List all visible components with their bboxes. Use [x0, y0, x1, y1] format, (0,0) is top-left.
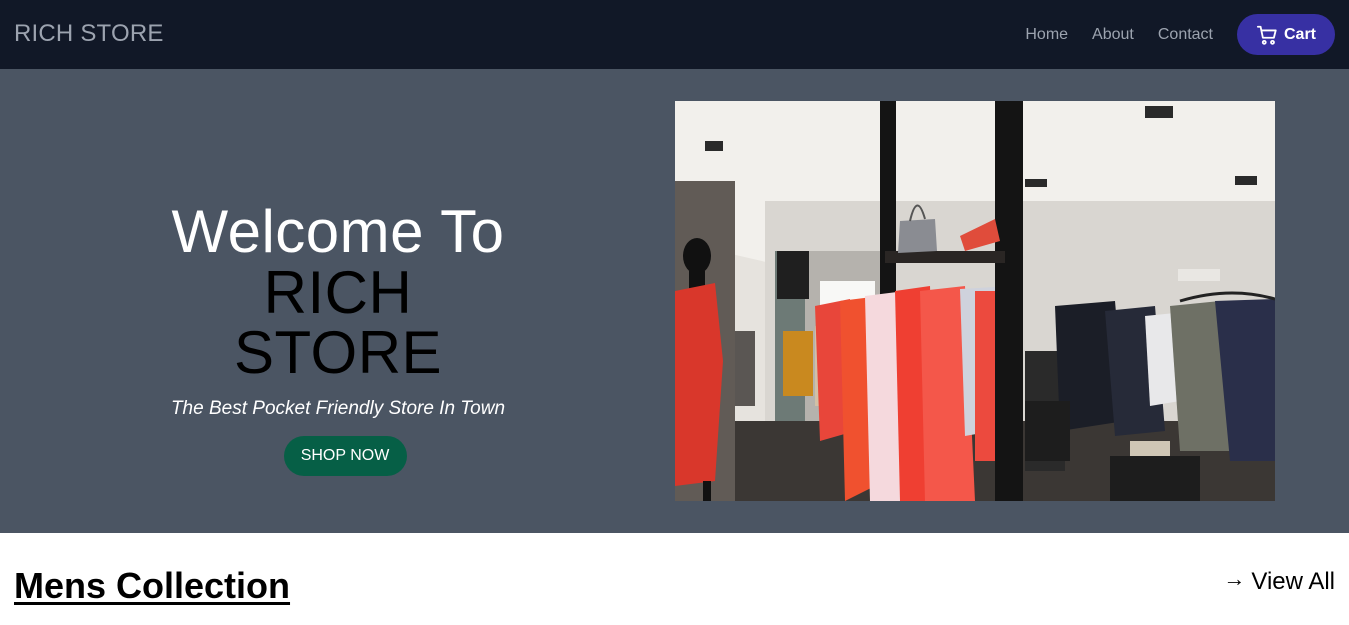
hero-heading-line1: Welcome To — [171, 198, 505, 265]
view-all-label: View All — [1251, 568, 1335, 595]
hero-tagline: The Best Pocket Friendly Store In Town — [170, 398, 506, 419]
top-navbar: RICH STORE Home About Contact Cart — [0, 0, 1349, 69]
nav-links: Home About Contact Cart — [1025, 0, 1349, 69]
nav-link-about[interactable]: About — [1092, 25, 1134, 45]
hero-text-block: Welcome To RICH STORE The Best Pocket Fr… — [158, 201, 518, 476]
shopping-cart-icon — [1256, 25, 1277, 45]
nav-link-home[interactable]: Home — [1025, 25, 1068, 45]
store-interior-illustration — [675, 101, 1275, 501]
hero-heading-line2: RICH STORE — [233, 259, 443, 386]
arrow-right-icon: → — [1223, 566, 1246, 591]
brand-logo-text[interactable]: RICH STORE — [14, 19, 164, 49]
mens-collection-title: Mens Collection — [14, 565, 291, 606]
hero-banner: Welcome To RICH STORE The Best Pocket Fr… — [0, 69, 1349, 533]
store-interior-image — [675, 101, 1275, 501]
shop-now-button[interactable]: SHOP NOW — [283, 436, 407, 476]
cart-button[interactable]: Cart — [1237, 14, 1335, 55]
nav-link-contact[interactable]: Contact — [1158, 25, 1213, 45]
cart-button-label: Cart — [1283, 25, 1316, 43]
view-all-link[interactable]: → View All — [1223, 566, 1335, 598]
